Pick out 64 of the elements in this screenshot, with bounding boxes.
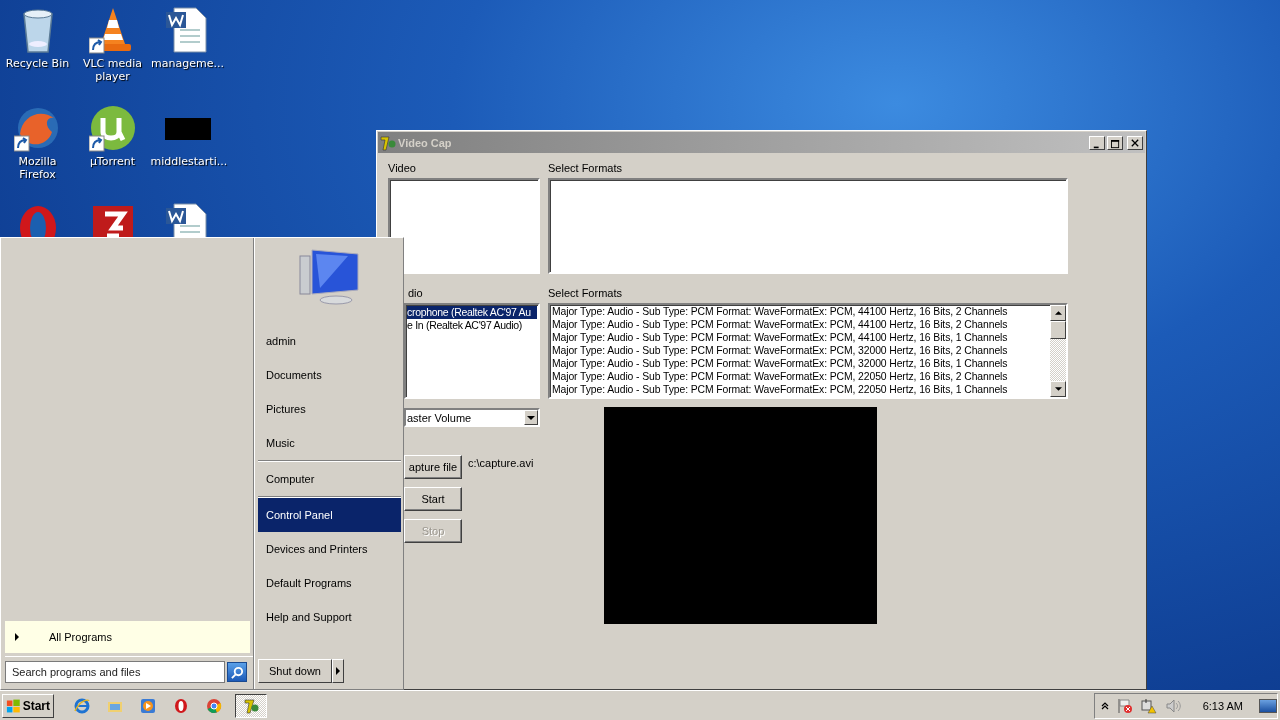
audio-device-item[interactable]: e In (Realtek AC'97 Audio) — [407, 319, 537, 332]
start-menu-item[interactable]: Pictures — [258, 392, 401, 426]
start-menu-item[interactable]: admin — [258, 324, 401, 358]
audio-format-item[interactable]: Major Type: Audio - Sub Type: PCM Format: WaveFormatEx: PCM, 44100 Hertz, 16 Bits, 2 Channels — [552, 318, 1048, 331]
capture-path: c:\capture.avi — [468, 457, 534, 469]
audio-format-item[interactable]: Major Type: Audio - Sub Type: PCM Format: WaveFormatEx: PCM, 22050 Hertz, 16 Bits, 2 Channels — [552, 370, 1048, 383]
desktop-icon-label[interactable]: Recycle Bin — [0, 57, 75, 70]
audio-format-item[interactable]: Major Type: Audio - Sub Type: PCM Format: WaveFormatEx: PCM, 44100 Hertz, 16 Bits, 2 Channels — [552, 305, 1048, 318]
start-menu-item[interactable]: Devices and Printers — [258, 532, 401, 566]
audio-format-item[interactable]: Major Type: Audio - Sub Type: PCM Format: WaveFormatEx: PCM, 32000 Hertz, 16 Bits, 2 Channels — [552, 344, 1048, 357]
scroll-up-icon[interactable] — [1050, 305, 1066, 321]
maximize-button[interactable] — [1107, 135, 1123, 150]
video-format-list[interactable] — [548, 178, 1068, 274]
show-hidden-icons-icon[interactable] — [1100, 701, 1109, 710]
search-field[interactable]: Search programs and files — [5, 661, 225, 683]
audio-device-list[interactable]: crophone (Realtek AC'97 Au e In (Realtek AC'97 Audio) — [404, 303, 540, 399]
start-button[interactable]: Start — [2, 693, 54, 718]
all-programs-button[interactable]: All Programs — [5, 621, 250, 653]
start-button[interactable]: Start — [404, 487, 462, 511]
maximize-icon — [1110, 139, 1120, 149]
scrollbar[interactable] — [1050, 305, 1066, 397]
show-desktop-button[interactable] — [1259, 698, 1277, 713]
audio-label: dio — [408, 286, 423, 300]
start-menu-item[interactable]: Music — [258, 426, 401, 460]
desktop-icon-label[interactable]: manageme... — [150, 57, 225, 70]
start-menu-item[interactable]: Documents — [258, 358, 401, 392]
start-menu-item[interactable]: Computer — [258, 462, 401, 496]
mixer-dropdown[interactable]: aster Volume — [404, 408, 540, 427]
scroll-down-icon[interactable] — [1050, 381, 1066, 397]
windows-flag-icon — [6, 697, 21, 714]
app-icon — [380, 134, 396, 151]
clock[interactable]: 6:13 AM — [1202, 699, 1243, 712]
audio-format-item[interactable]: Major Type: Audio - Sub Type: PCM Format: WaveFormatEx: PCM, 32000 Hertz, 16 Bits, 1 Channels — [552, 357, 1048, 370]
close-button[interactable] — [1127, 135, 1143, 150]
audio-format-item[interactable]: Major Type: Audio - Sub Type: PCM Format: WaveFormatEx: PCM, 22050 Hertz, 16 Bits, 1 Channels — [552, 383, 1048, 396]
start-menu-item[interactable]: Default Programs — [258, 566, 401, 600]
desktop-icon-label[interactable]: µTorrent — [75, 155, 150, 168]
torrent-icon[interactable] — [88, 104, 137, 152]
capture-file-button[interactable]: apture file — [404, 455, 462, 479]
search-button[interactable] — [227, 662, 247, 682]
triangle-icon — [336, 667, 340, 675]
minimize-button[interactable] — [1089, 135, 1105, 150]
window-title: Video Cap — [398, 136, 453, 149]
audio-format-list[interactable] — [548, 303, 1068, 399]
scroll-thumb[interactable] — [1050, 321, 1066, 339]
start-menu-item[interactable]: Help and Support — [258, 600, 401, 634]
desktop-icon-label[interactable]: middlestarti... — [150, 155, 225, 168]
audio-format-item[interactable]: Major Type: Audio - Sub Type: PCM Format: WaveFormatEx: PCM, 44100 Hertz, 16 Bits, 1 Channels — [552, 331, 1048, 344]
audio-formats-label: Select Formats — [548, 286, 622, 300]
shut-down-options-button[interactable] — [332, 659, 344, 683]
audio-device-item[interactable]: crophone (Realtek AC'97 Au — [407, 306, 537, 319]
video-device-list[interactable] — [388, 178, 540, 274]
capture-app-icon[interactable] — [235, 693, 267, 718]
triangle-icon — [15, 633, 19, 641]
desktop-icon-label[interactable]: VLC media player — [75, 57, 150, 83]
close-icon — [1131, 138, 1139, 147]
monitor-icon — [297, 246, 362, 306]
desktop-icon-label[interactable]: Mozilla Firefox — [0, 155, 75, 181]
start-menu-item[interactable]: Control Panel — [258, 498, 401, 532]
video-formats-label: Select Formats — [548, 161, 622, 175]
video-label: Video — [388, 161, 416, 175]
network-warning-icon[interactable] — [1140, 697, 1157, 714]
flag-warning-icon[interactable] — [1116, 697, 1133, 714]
shut-down-button[interactable]: Shut down — [258, 659, 332, 683]
